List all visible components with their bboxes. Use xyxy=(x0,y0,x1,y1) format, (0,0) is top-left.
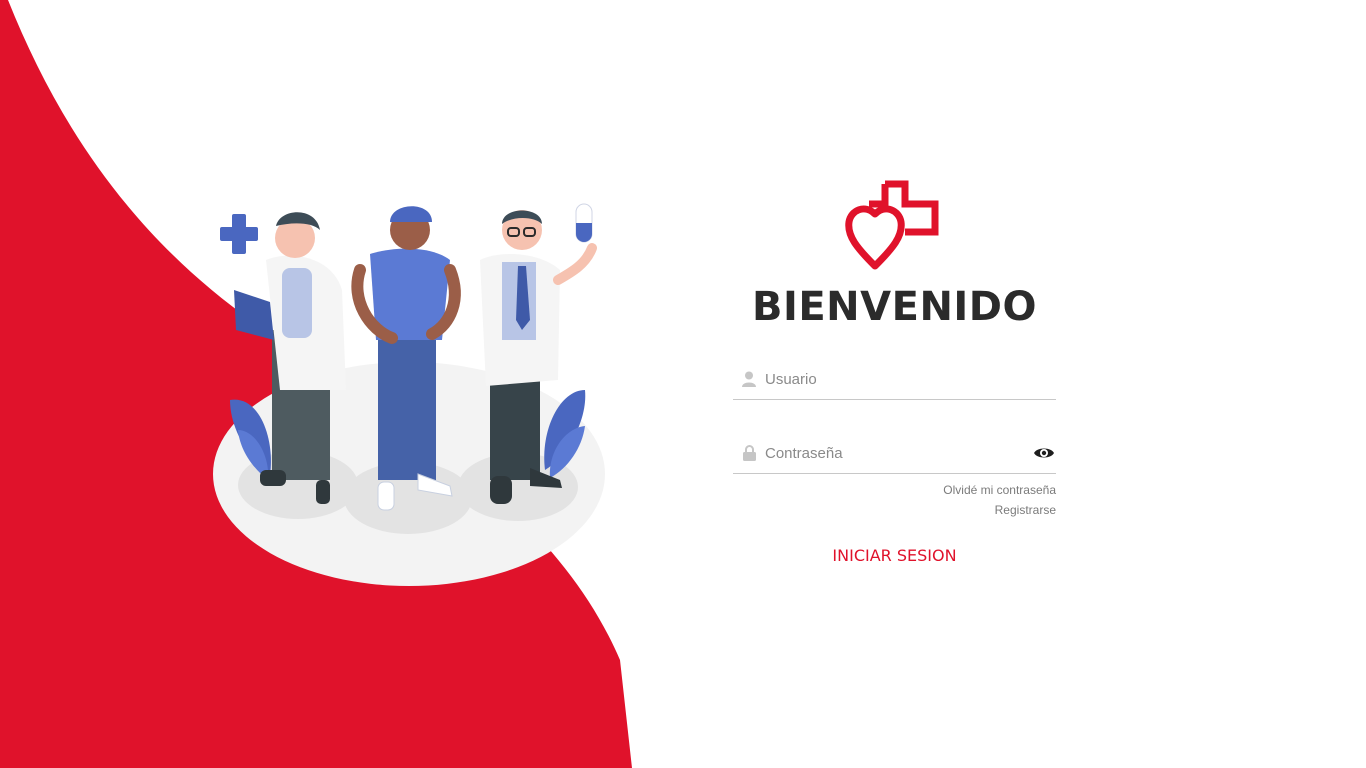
pill-icon xyxy=(575,203,593,243)
login-button[interactable]: INICIAR SESION xyxy=(822,542,966,569)
lock-icon xyxy=(733,445,765,461)
password-field xyxy=(733,433,1056,474)
login-panel: BIENVENIDO Usuario Olvidé mi contraseña … xyxy=(733,178,1056,569)
heart-cross-logo-icon xyxy=(844,180,938,270)
welcome-title: BIENVENIDO xyxy=(751,284,1038,330)
auth-links: Olvidé mi contraseña Registrarse xyxy=(733,480,1056,520)
login-page: BIENVENIDO Usuario Olvidé mi contraseña … xyxy=(0,0,1366,768)
medical-cross-icon xyxy=(220,214,258,254)
forgot-password-link[interactable]: Olvidé mi contraseña xyxy=(733,480,1056,500)
username-input[interactable] xyxy=(765,364,1056,394)
password-input[interactable] xyxy=(765,438,1032,468)
medical-staff-illustration xyxy=(213,203,605,586)
register-link[interactable]: Registrarse xyxy=(733,500,1056,520)
eye-icon[interactable] xyxy=(1032,445,1056,461)
username-field xyxy=(733,359,1056,400)
user-icon xyxy=(733,371,765,387)
